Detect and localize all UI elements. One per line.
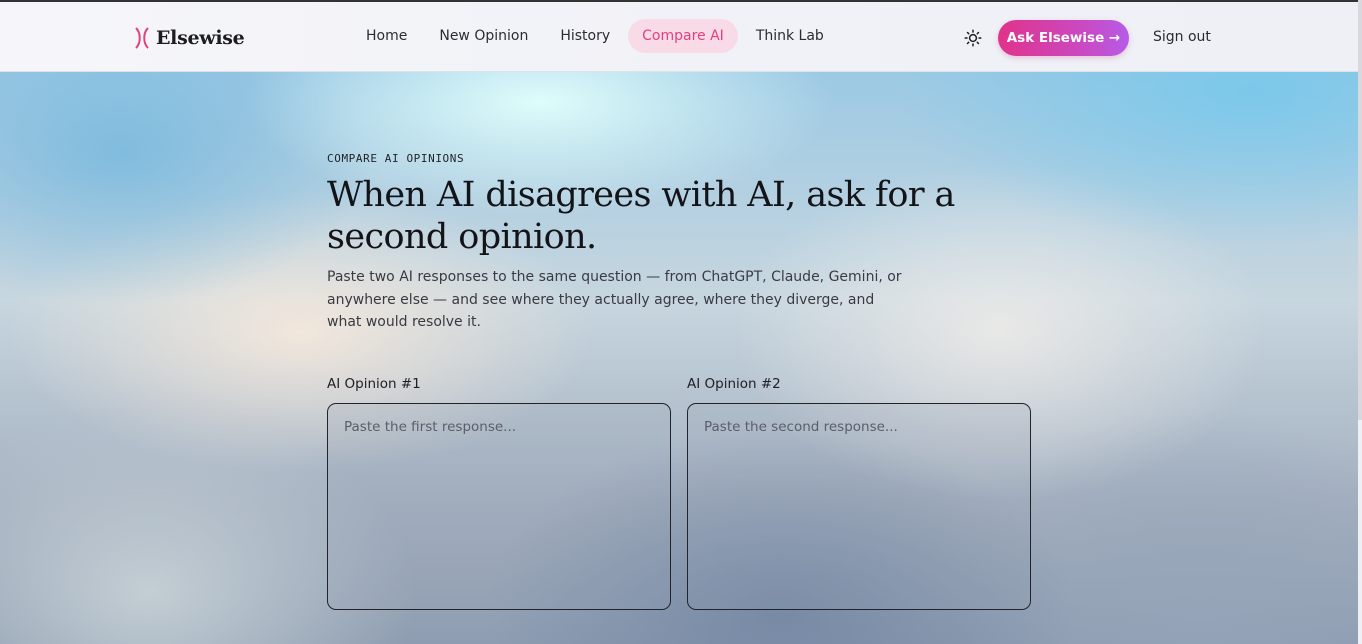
nav-item-home[interactable]: Home	[352, 19, 421, 53]
sign-out-link[interactable]: Sign out	[1153, 29, 1211, 45]
theme-toggle-button[interactable]	[963, 28, 983, 48]
opinion-1-label: AI Opinion #1	[327, 376, 421, 392]
opinion-1-input[interactable]	[327, 403, 671, 610]
nav-item-history[interactable]: History	[546, 19, 624, 53]
nav-item-new-opinion[interactable]: New Opinion	[425, 19, 542, 53]
page-title: When AI disagrees with AI, ask for a sec…	[327, 175, 955, 257]
site-header: Elsewise Home New Opinion History Compar…	[0, 2, 1358, 72]
hero-section: COMPARE AI OPINIONS When AI disagrees wi…	[0, 72, 1358, 644]
nav-item-think-lab[interactable]: Think Lab	[742, 19, 838, 53]
opinion-2-input[interactable]	[687, 403, 1031, 610]
opinion-2-label: AI Opinion #2	[687, 376, 781, 392]
nav-item-compare-ai[interactable]: Compare AI	[628, 19, 738, 53]
brand-mark-icon	[135, 27, 149, 49]
brand-logo[interactable]: Elsewise	[134, 24, 245, 52]
main-nav: Home New Opinion History Compare AI Thin…	[352, 18, 838, 54]
sun-icon	[964, 29, 982, 47]
page-description: Paste two AI responses to the same quest…	[327, 269, 902, 330]
page-scrollbar[interactable]	[1358, 0, 1362, 420]
ask-elsewise-button[interactable]: Ask Elsewise →	[998, 20, 1129, 56]
section-eyebrow: COMPARE AI OPINIONS	[327, 152, 465, 165]
brand-name: Elsewise	[156, 27, 245, 49]
